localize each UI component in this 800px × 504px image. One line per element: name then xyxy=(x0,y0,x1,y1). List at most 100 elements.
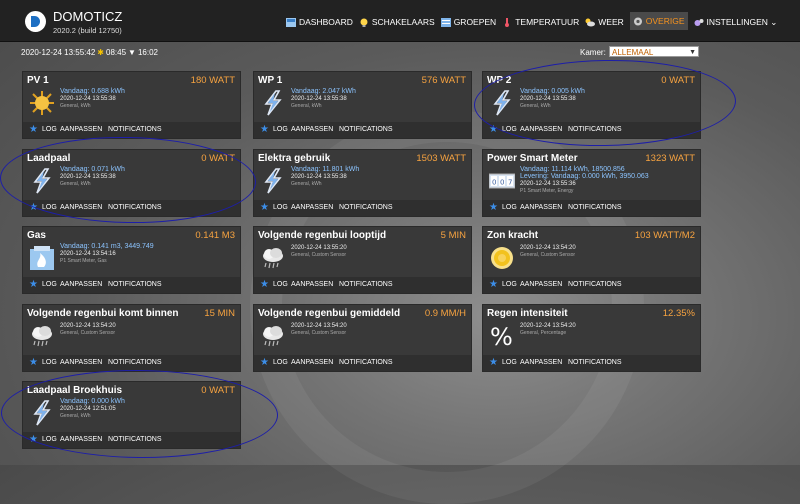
favorite-star-icon[interactable]: ★ xyxy=(260,357,269,368)
notifications-button[interactable]: NOTIFICATIONS xyxy=(339,126,393,133)
nav-weather[interactable]: WEER xyxy=(585,14,624,30)
device-value: 15 MIN xyxy=(204,308,235,319)
device-tile[interactable]: PV 1 180 WATT Vandaag: 0.688 kWh 2020-12-24… xyxy=(22,71,241,139)
lightning-icon[interactable] xyxy=(260,168,286,194)
rain-cloud-icon[interactable] xyxy=(260,323,286,349)
adjust-button[interactable]: AANPASSEN xyxy=(60,359,102,366)
nav-utility[interactable]: OVERIGE xyxy=(629,12,688,30)
device-name: Volgende regenbui komt binnen xyxy=(27,308,179,319)
device-value: 0.141 M3 xyxy=(195,230,235,241)
device-tile[interactable]: Zon kracht 103 WATT/M2 2020-12-24 13:54:20… xyxy=(482,226,701,294)
rain-cloud-icon[interactable] xyxy=(260,245,286,271)
favorite-star-icon[interactable]: ★ xyxy=(260,202,269,213)
notifications-button[interactable]: NOTIFICATIONS xyxy=(568,281,622,288)
device-value: 0.9 MM/H xyxy=(424,308,466,319)
device-name: Volgende regenbui gemiddeld xyxy=(258,308,401,319)
log-button[interactable]: LOG xyxy=(273,126,288,133)
counter-icon[interactable]: 007 xyxy=(488,168,516,194)
device-delivery: Levering: Vandaag: 0.000 kWh, 3950.063 xyxy=(520,173,649,180)
device-tile[interactable]: Power Smart Meter 1323 WATT 0 0 7 Vandaag: 11… xyxy=(482,149,701,217)
favorite-star-icon[interactable]: ★ xyxy=(260,279,269,290)
favorite-star-icon[interactable]: ★ xyxy=(29,279,38,290)
favorite-star-icon[interactable]: ★ xyxy=(489,357,498,368)
notifications-button[interactable]: NOTIFICATIONS xyxy=(108,359,162,366)
room-filter-select[interactable]: ALLEMAAL ▼ xyxy=(609,46,699,57)
utility-icon xyxy=(633,17,642,25)
device-type: General, Custom Sensor xyxy=(291,330,347,336)
nav-switches[interactable]: SCHAKELAARS xyxy=(359,14,435,30)
device-tile-footer: ★ LOG AANPASSEN NOTIFICATIONS xyxy=(254,200,471,216)
top-navbar: DOMOTICZ 2020.2 (build 12750) DASHBOARD … xyxy=(0,0,800,42)
sun-power-icon[interactable] xyxy=(489,245,515,271)
favorite-star-icon[interactable]: ★ xyxy=(260,124,269,135)
adjust-button[interactable]: AANPASSEN xyxy=(291,126,333,133)
sun-icon[interactable] xyxy=(29,90,55,116)
device-tile[interactable]: Regen intensiteit 12.35%% 2020-12-24 13:54… xyxy=(482,304,701,372)
nav-groups[interactable]: GROEPEN xyxy=(440,14,496,30)
adjust-button[interactable]: AANPASSEN xyxy=(520,204,562,211)
log-button[interactable]: LOG xyxy=(273,359,288,366)
device-tile-footer: ★ LOG AANPASSEN NOTIFICATIONS xyxy=(483,355,700,371)
adjust-button[interactable]: AANPASSEN xyxy=(520,359,562,366)
weather-icon xyxy=(585,18,596,26)
log-button[interactable]: LOG xyxy=(273,204,288,211)
log-button[interactable]: LOG xyxy=(502,359,517,366)
adjust-button[interactable]: AANPASSEN xyxy=(60,126,102,133)
device-name: WP 1 xyxy=(258,75,283,86)
svg-text:7: 7 xyxy=(508,179,512,187)
log-button[interactable]: LOG xyxy=(502,281,517,288)
gas-icon[interactable] xyxy=(29,245,55,271)
nav-temperature-label: TEMPERATUUR xyxy=(515,17,580,27)
sunset-time: 16:02 xyxy=(137,48,158,57)
domoticz-logo-icon[interactable] xyxy=(25,11,46,32)
favorite-star-icon[interactable]: ★ xyxy=(489,279,498,290)
dashboard-icon xyxy=(286,17,296,27)
adjust-button[interactable]: AANPASSEN xyxy=(291,359,333,366)
settings-icon xyxy=(694,18,704,26)
device-today-usage: Vandaag: 11.801 kWh xyxy=(291,166,360,173)
lightning-icon[interactable] xyxy=(260,90,286,116)
device-value: 576 WATT xyxy=(421,75,466,86)
device-tile[interactable]: Gas 0.141 M3 Vandaag: 0.141 m3, 3449.749 20… xyxy=(22,226,241,294)
device-name: Zon kracht xyxy=(487,230,539,241)
notifications-button[interactable]: NOTIFICATIONS xyxy=(568,359,622,366)
rain-cloud-icon[interactable] xyxy=(29,323,55,349)
log-button[interactable]: LOG xyxy=(42,281,57,288)
favorite-star-icon[interactable]: ★ xyxy=(489,202,498,213)
favorite-star-icon[interactable]: ★ xyxy=(29,124,38,135)
percent-icon[interactable]: % xyxy=(489,323,515,351)
log-button[interactable]: LOG xyxy=(42,126,57,133)
thermometer-icon xyxy=(505,17,510,27)
adjust-button[interactable]: AANPASSEN xyxy=(520,281,562,288)
notifications-button[interactable]: NOTIFICATIONS xyxy=(108,126,162,133)
log-button[interactable]: LOG xyxy=(502,204,517,211)
favorite-star-icon[interactable]: ★ xyxy=(29,357,38,368)
log-button[interactable]: LOG xyxy=(42,359,57,366)
notifications-button[interactable]: NOTIFICATIONS xyxy=(339,204,393,211)
nav-dashboard[interactable]: DASHBOARD xyxy=(286,14,353,30)
device-tile[interactable]: WP 1 576 WATT Vandaag: 2.047 kWh 2020-12-24… xyxy=(253,71,472,139)
device-tile[interactable]: Volgende regenbui gemiddeld 0.9 MM/H 2020-… xyxy=(253,304,472,372)
device-last-update: 2020-12-24 13:55:36 xyxy=(520,181,576,187)
device-tile[interactable]: Volgende regenbui looptijd 5 MIN 2020-12-2… xyxy=(253,226,472,294)
nav-switches-label: SCHAKELAARS xyxy=(371,17,435,27)
device-value: 1323 WATT xyxy=(645,153,695,164)
adjust-button[interactable]: AANPASSEN xyxy=(291,281,333,288)
nav-temperature[interactable]: TEMPERATUUR xyxy=(502,14,579,30)
device-tile[interactable]: Elektra gebruik 1503 WATT Vandaag: 11.801 … xyxy=(253,149,472,217)
device-today-usage: Vandaag: 11.114 kWh, 18500.856 xyxy=(520,166,625,173)
notifications-button[interactable]: NOTIFICATIONS xyxy=(339,359,393,366)
nav-settings[interactable]: INSTELLINGEN ⌄ xyxy=(694,14,777,30)
log-button[interactable]: LOG xyxy=(273,281,288,288)
groups-icon xyxy=(440,17,451,27)
adjust-button[interactable]: AANPASSEN xyxy=(60,281,102,288)
device-last-update: 2020-12-24 13:55:38 xyxy=(291,174,347,180)
device-tile[interactable]: Volgende regenbui komt binnen 15 MIN 2020-… xyxy=(22,304,241,372)
device-name: Power Smart Meter xyxy=(487,153,578,164)
notifications-button[interactable]: NOTIFICATIONS xyxy=(339,281,393,288)
bulb-icon xyxy=(360,18,368,27)
notifications-button[interactable]: NOTIFICATIONS xyxy=(568,204,622,211)
room-filter-label: Kamer: xyxy=(580,48,606,57)
notifications-button[interactable]: NOTIFICATIONS xyxy=(108,281,162,288)
adjust-button[interactable]: AANPASSEN xyxy=(291,204,333,211)
